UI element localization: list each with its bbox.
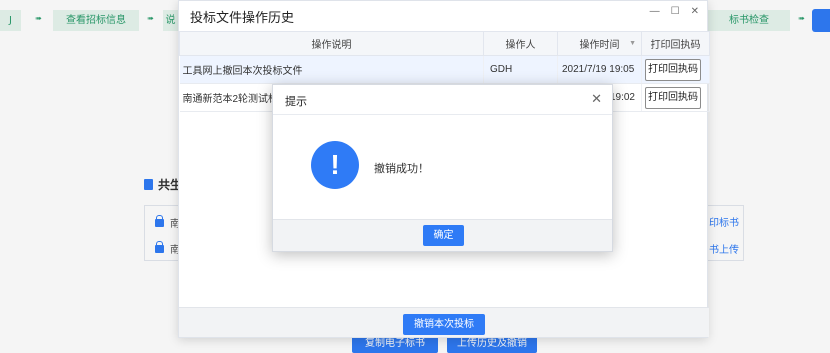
cell-description: 工具网上撤回本次投标文件 — [179, 55, 484, 84]
print-receipt-button[interactable]: 打印回执码 — [645, 86, 701, 109]
column-header-label: 操作时间 — [579, 40, 620, 51]
dialog-footer: 撤销本次投标 — [179, 307, 709, 337]
column-header-operator[interactable]: 操作人 — [483, 31, 558, 56]
prompt-header: 提示 ✕ — [273, 85, 612, 115]
column-header-description[interactable]: 操作说明 — [179, 31, 484, 56]
close-icon[interactable]: ✕ — [691, 6, 699, 17]
maximize-icon[interactable]: ☐ — [671, 6, 680, 17]
prompt-dialog: 提示 ✕ ! 撤销成功！ 确定 — [272, 84, 613, 252]
prompt-title: 提示 — [285, 96, 307, 108]
table-row[interactable]: 工具网上撤回本次投标文件 GDH 2021/7/19 19:05 打印回执码 — [179, 55, 710, 84]
column-header-receipt[interactable]: 打印回执码 — [641, 31, 710, 56]
minimize-icon[interactable]: — — [650, 6, 660, 17]
revoke-bid-button[interactable]: 撤销本次投标 — [403, 314, 485, 335]
window-controls: — ☐ ✕ — [639, 6, 699, 17]
info-alert-icon: ! — [311, 141, 359, 189]
cell-time: 2021/7/19 19:05 — [557, 55, 642, 84]
table-header-row: 操作说明 操作人 操作时间 ▼ 打印回执码 — [179, 31, 710, 56]
ok-button[interactable]: 确定 — [423, 225, 464, 246]
column-header-time[interactable]: 操作时间 ▼ — [557, 31, 642, 56]
prompt-footer: 确定 — [273, 219, 612, 251]
close-icon[interactable]: ✕ — [591, 91, 602, 107]
cell-operator: GDH — [483, 55, 558, 84]
sort-down-icon[interactable]: ▼ — [629, 40, 636, 47]
dialog-title: 投标文件操作历史 — [190, 10, 295, 25]
prompt-message: 撤销成功！ — [374, 163, 429, 175]
print-receipt-button[interactable]: 打印回执码 — [645, 58, 701, 81]
